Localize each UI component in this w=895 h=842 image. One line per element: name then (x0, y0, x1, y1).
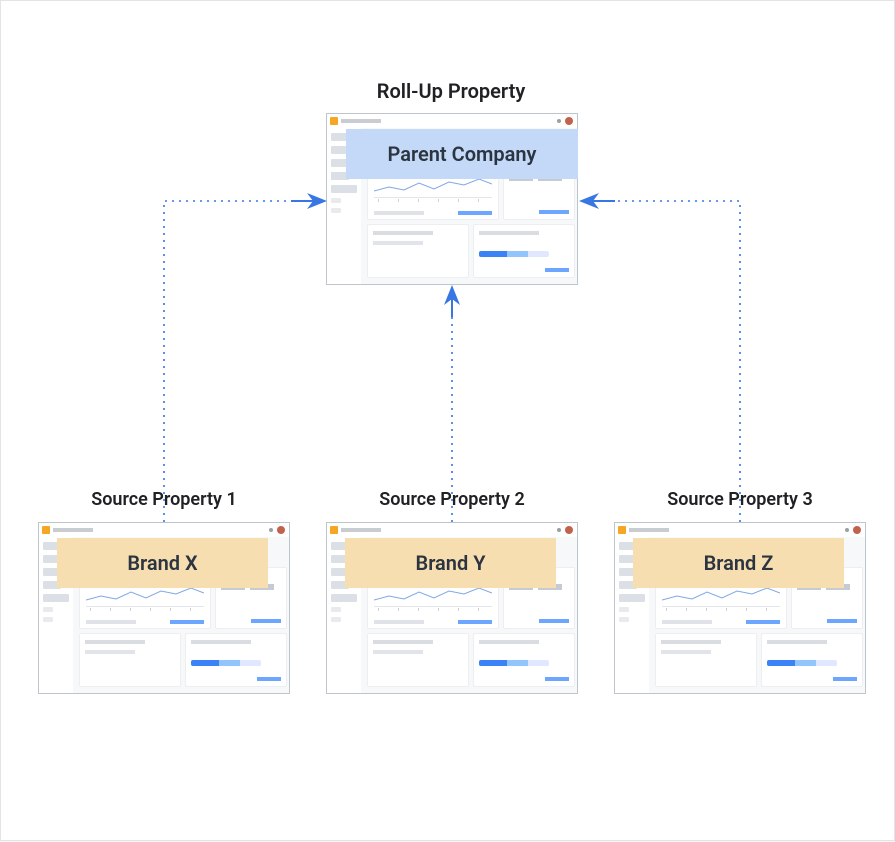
source-banner-label-1: Brand X (57, 538, 268, 588)
avatar-icon (565, 526, 573, 534)
source-title-3: Source Property 3 (615, 489, 865, 510)
source-title-1: Source Property 1 (39, 489, 289, 510)
source-banner-label-3: Brand Z (633, 538, 844, 588)
rollup-banner-label: Parent Company (346, 129, 578, 179)
analytics-logo-icon (330, 117, 338, 125)
source-title-2: Source Property 2 (327, 489, 577, 510)
analytics-logo-icon (330, 526, 338, 534)
diagram-canvas: Roll-Up Property (0, 0, 895, 841)
analytics-logo-icon (42, 526, 50, 534)
rollup-title: Roll-Up Property (301, 79, 601, 103)
avatar-icon (565, 117, 573, 125)
avatar-icon (853, 526, 861, 534)
analytics-logo-icon (618, 526, 626, 534)
source-banner-label-2: Brand Y (345, 538, 556, 588)
avatar-icon (277, 526, 285, 534)
